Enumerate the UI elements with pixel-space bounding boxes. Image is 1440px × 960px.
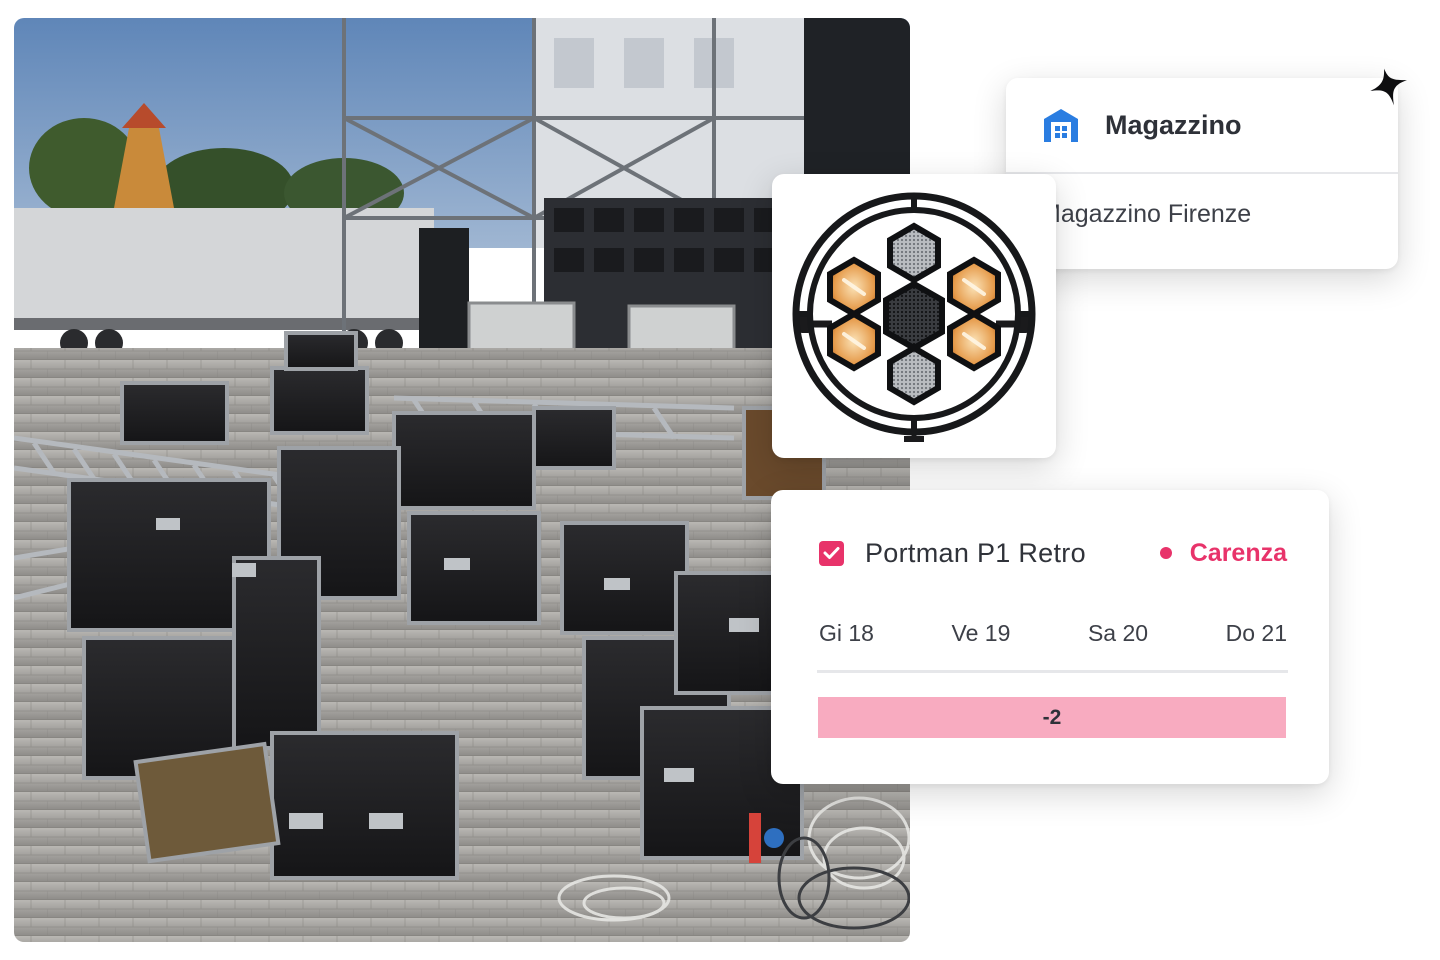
divider	[817, 670, 1288, 673]
availability-card: Portman P1 Retro Carenza Gi 18 Ve 19 Sa …	[771, 490, 1329, 784]
checkmark-icon	[823, 547, 840, 559]
warehouse-card: Magazzino Magazzino Firenze	[1006, 78, 1398, 269]
product-name: Portman P1 Retro	[865, 537, 1086, 568]
warehouse-icon	[1044, 109, 1078, 142]
day-label: Gi 18	[819, 620, 874, 646]
status-badge: Carenza	[1189, 538, 1287, 567]
shortage-bar: -2	[818, 697, 1286, 738]
day-label: Ve 19	[951, 620, 1011, 646]
warehouse-value: Magazzino Firenze	[1040, 200, 1252, 228]
product-checkbox[interactable]	[819, 540, 844, 566]
sparkle-icon	[1370, 68, 1407, 106]
warehouse-header: Magazzino	[1006, 78, 1398, 174]
day-columns: Gi 18 Ve 19 Sa 20 Do 21	[819, 620, 1287, 647]
day-label: Do 21	[1225, 620, 1287, 646]
stage-light-icon	[792, 192, 1036, 442]
product-row: Portman P1 Retro Carenza	[819, 530, 1287, 576]
shortage-value: -2	[1042, 705, 1062, 729]
stage-equipment-photo	[14, 18, 910, 942]
warehouse-title: Magazzino	[1105, 109, 1242, 140]
product-image-card	[772, 174, 1056, 458]
day-label: Sa 20	[1087, 620, 1149, 646]
status-dot-icon	[1159, 547, 1172, 559]
